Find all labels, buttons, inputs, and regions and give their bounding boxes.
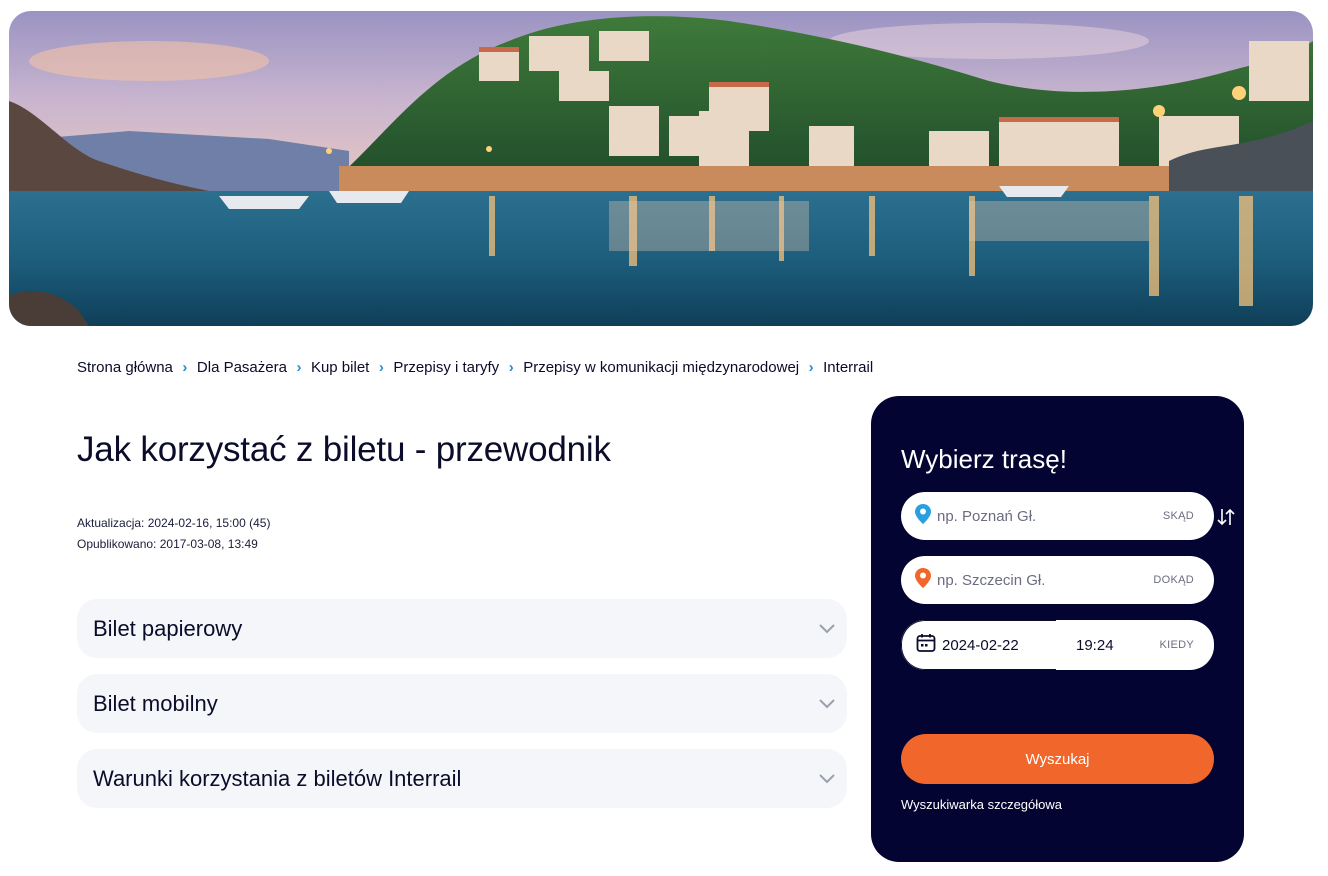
calendar-icon [916, 633, 936, 658]
page-meta: Aktualizacja: 2024-02-16, 15:00 (45) Opu… [77, 513, 270, 555]
breadcrumb-current: Interrail [823, 359, 874, 376]
location-pin-orange-icon [915, 567, 931, 593]
breadcrumb: Strona główna › Dla Pasażera › Kup bilet… [77, 359, 873, 376]
chevron-right-icon: › [296, 359, 302, 376]
to-input[interactable] [937, 571, 1154, 589]
location-pin-blue-icon [915, 503, 931, 529]
hero-image [9, 11, 1313, 326]
published-date: Opublikowano: 2017-03-08, 13:49 [77, 537, 258, 551]
route-title: Wybierz trasę! [901, 444, 1067, 474]
when-field: KIEDY [901, 620, 1214, 670]
to-field[interactable]: DOKĄD [901, 556, 1214, 604]
page-title: Jak korzystać z biletu - przewodnik [77, 430, 611, 469]
date-picker[interactable] [901, 620, 1056, 670]
search-button[interactable]: Wyszukaj [901, 734, 1214, 784]
updated-date: Aktualizacja: 2024-02-16, 15:00 (45) [77, 516, 271, 530]
when-tag: KIEDY [1159, 639, 1194, 651]
date-input[interactable] [942, 636, 1042, 654]
swap-arrows-icon[interactable] [1215, 506, 1237, 528]
advanced-search-link[interactable]: Wyszukiwarka szczegółowa [901, 797, 1062, 812]
breadcrumb-home[interactable]: Strona główna [77, 359, 173, 376]
from-input[interactable] [937, 507, 1163, 525]
time-input[interactable] [1076, 636, 1126, 654]
breadcrumb-przepisy-miedzynarodowe[interactable]: Przepisy w komunikacji międzynarodowej [523, 359, 799, 376]
from-field[interactable]: SKĄD [901, 492, 1214, 540]
hero-illustration [9, 11, 1313, 326]
from-tag: SKĄD [1162, 510, 1194, 522]
chevron-down-icon[interactable] [813, 615, 841, 643]
breadcrumb-przepisy-i-taryfy[interactable]: Przepisy i taryfy [393, 359, 499, 376]
chevron-down-icon[interactable] [813, 765, 841, 793]
to-tag: DOKĄD [1153, 574, 1194, 586]
route-search-panel: Wybierz trasę! SKĄD DOKĄD [871, 396, 1244, 862]
accordion-item-label: Warunki korzystania z biletów Interrail [93, 765, 462, 791]
time-picker[interactable]: KIEDY [1056, 620, 1214, 670]
accordion: Bilet papierowy Bilet mobilny Warunki ko… [77, 599, 847, 824]
breadcrumb-kup-bilet[interactable]: Kup bilet [311, 359, 369, 376]
accordion-item-label: Bilet mobilny [93, 690, 218, 716]
accordion-item-label: Bilet papierowy [93, 615, 243, 641]
chevron-right-icon: › [182, 359, 188, 376]
chevron-right-icon: › [508, 359, 514, 376]
accordion-item-warunki-interrail[interactable]: Warunki korzystania z biletów Interrail [77, 749, 847, 808]
accordion-item-bilet-papierowy[interactable]: Bilet papierowy [77, 599, 847, 658]
chevron-right-icon: › [808, 359, 814, 376]
accordion-item-bilet-mobilny[interactable]: Bilet mobilny [77, 674, 847, 733]
chevron-down-icon[interactable] [813, 690, 841, 718]
chevron-right-icon: › [378, 359, 384, 376]
breadcrumb-dla-pasazera[interactable]: Dla Pasażera [197, 359, 287, 376]
